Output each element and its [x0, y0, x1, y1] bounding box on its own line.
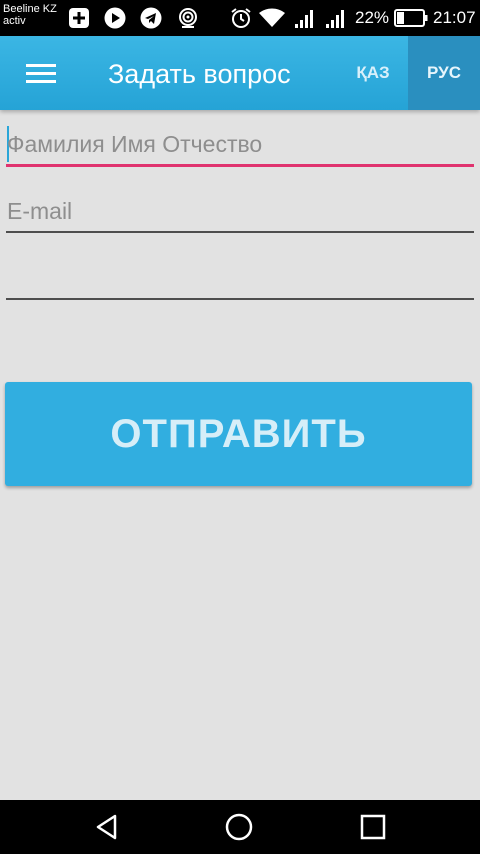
- email-field-wrapper: [6, 191, 474, 231]
- signal-1-icon: [292, 7, 316, 29]
- email-input[interactable]: [6, 191, 474, 231]
- telegram-icon: [139, 7, 163, 29]
- name-field-wrapper: [6, 124, 474, 164]
- submit-button[interactable]: ОТПРАВИТЬ: [5, 382, 472, 486]
- lang-rus-tab[interactable]: РУС: [408, 36, 480, 110]
- email-field-underline: [6, 231, 474, 233]
- lang-kaz-tab[interactable]: ҚАЗ: [340, 36, 406, 110]
- plus-box-icon: [67, 7, 91, 29]
- carrier-line-2: activ: [3, 15, 26, 27]
- hotspot-icon: [176, 7, 200, 29]
- navigation-bar: [0, 800, 480, 854]
- back-icon[interactable]: [67, 800, 147, 854]
- question-field-wrapper: [6, 258, 474, 298]
- name-field-underline: [6, 164, 474, 167]
- home-icon[interactable]: [199, 800, 279, 854]
- full-name-input[interactable]: [6, 124, 474, 164]
- status-bar: Beeline KZ activ 22% 21:07: [0, 0, 480, 36]
- play-icon: [103, 7, 127, 29]
- carrier-name: Beeline KZ activ: [3, 3, 57, 27]
- signal-2-icon: [323, 7, 347, 29]
- recents-icon[interactable]: [333, 800, 413, 854]
- wifi-icon: [258, 7, 286, 29]
- battery-icon: [393, 7, 429, 29]
- page-title: Задать вопрос: [108, 59, 291, 89]
- question-input[interactable]: [6, 258, 474, 298]
- carrier-line-1: Beeline KZ: [3, 3, 57, 15]
- menu-icon[interactable]: [26, 64, 56, 84]
- battery-percent: 22%: [355, 8, 390, 27]
- alarm-icon: [229, 7, 253, 29]
- question-field-underline: [6, 298, 474, 300]
- app-bar: Задать вопрос ҚАЗ РУС: [0, 36, 480, 110]
- clock: 21:07: [433, 8, 476, 27]
